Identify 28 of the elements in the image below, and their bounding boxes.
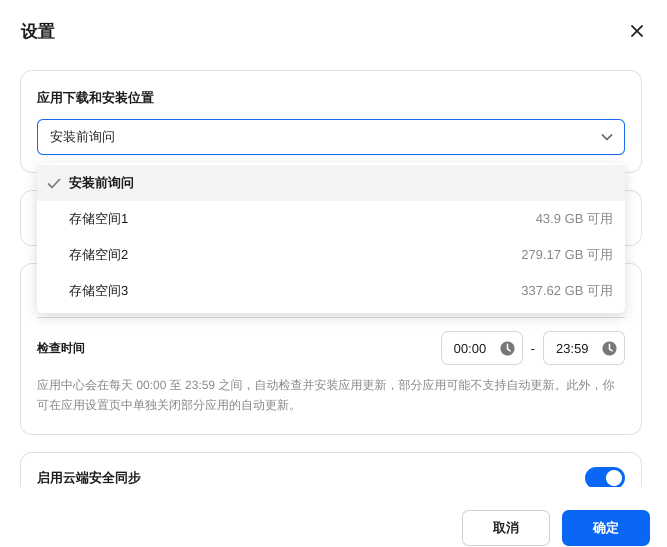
dialog-title: 设置 — [21, 20, 55, 42]
close-icon[interactable] — [631, 25, 643, 37]
dropdown-option[interactable]: 存储空间3 337.62 GB 可用 — [37, 273, 625, 309]
option-label: 存储空间2 — [69, 246, 130, 264]
check-time-label: 检查时间 — [37, 340, 85, 356]
section-title: 启用云端安全同步 — [37, 470, 141, 486]
option-label: 安装前询问 — [69, 174, 135, 192]
clock-icon — [602, 340, 617, 356]
option-label: 存储空间3 — [69, 282, 130, 300]
dropdown-option[interactable]: 存储空间2 279.17 GB 可用 — [37, 237, 625, 273]
confirm-button[interactable]: 确定 — [562, 510, 650, 546]
option-label: 存储空间1 — [69, 210, 130, 228]
cancel-button[interactable]: 取消 — [462, 510, 550, 546]
time-separator: - — [530, 340, 535, 356]
dropdown-option[interactable]: 安装前询问 — [37, 165, 625, 201]
chevron-icon — [601, 133, 613, 141]
option-detail: 279.17 GB 可用 — [521, 246, 613, 264]
dropdown-option[interactable]: 存储空间1 43.9 GB 可用 — [37, 201, 625, 237]
clock-icon — [500, 340, 515, 356]
update-description: 应用中心会在每天 00:00 至 23:59 之间，自动检查并安装应用更新，部分应用可能不支持自动更新。此外，你可在应用设置页中单独关闭部分应用的自动更新。 — [37, 377, 616, 414]
start-time-field[interactable]: 00:00 — [440, 331, 523, 365]
section-title: 应用下载和安装位置 — [37, 89, 155, 107]
sync-toggle[interactable] — [585, 467, 625, 487]
option-detail: 43.9 GB 可用 — [536, 210, 613, 228]
end-time-field[interactable]: 23:59 — [543, 331, 625, 365]
option-detail: 337.62 GB 可用 — [521, 282, 613, 300]
check-icon — [47, 178, 61, 188]
location-select[interactable]: 安装前询问 — [37, 119, 625, 155]
